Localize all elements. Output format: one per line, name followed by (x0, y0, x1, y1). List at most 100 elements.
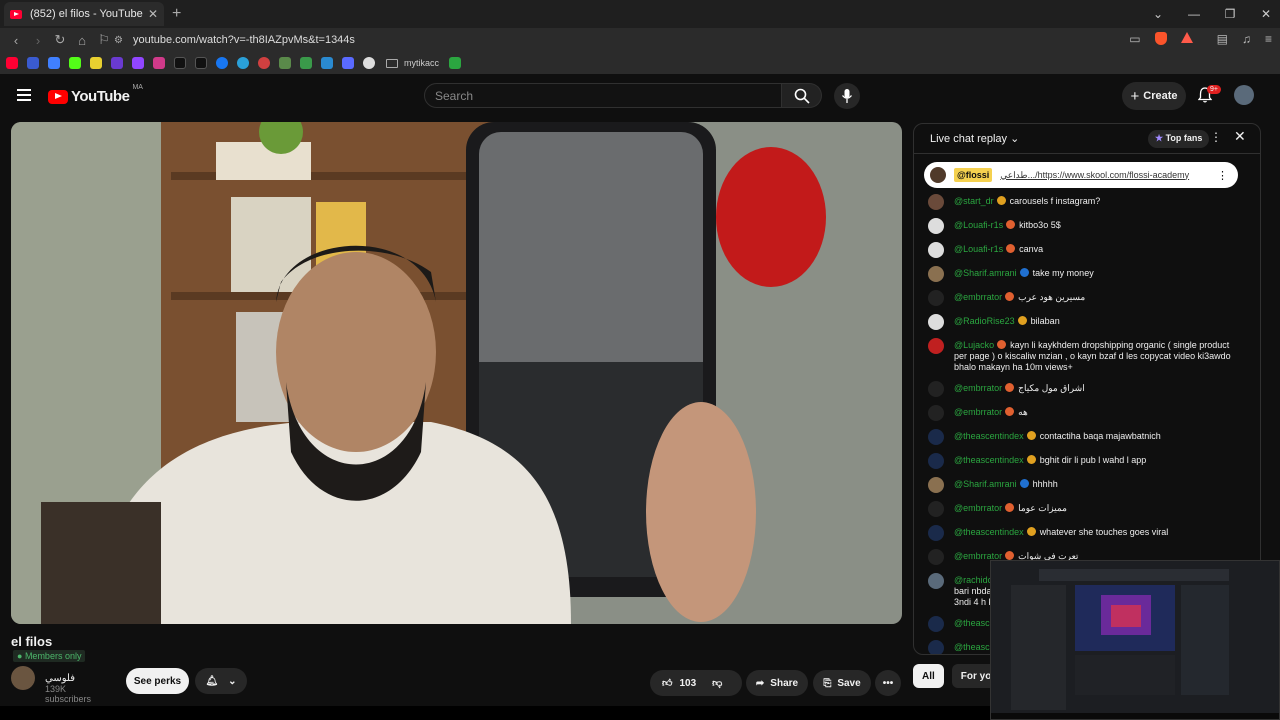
top-fans-button[interactable]: ★ Top fans (1148, 130, 1210, 148)
avatar[interactable] (928, 290, 944, 306)
hamburger-menu-icon[interactable] (17, 89, 31, 101)
avatar[interactable] (928, 429, 944, 445)
close-tab-icon[interactable]: ✕ (148, 7, 158, 21)
window-close-button[interactable]: ✕ (1252, 7, 1280, 21)
avatar[interactable] (928, 218, 944, 234)
chat-more-icon[interactable]: ⋮ (1210, 130, 1222, 144)
chat-author[interactable]: @start_dr (954, 196, 994, 206)
avatar[interactable] (928, 573, 944, 589)
chat-author[interactable]: @Louafi-r1s (954, 220, 1003, 230)
chat-message[interactable]: @theascentindex whatever she touches goes… (928, 522, 1238, 546)
screen-preview-thumbnail[interactable] (990, 560, 1280, 720)
site-info-icon[interactable]: ⚙ (114, 35, 123, 46)
new-tab-button[interactable]: + (172, 5, 181, 23)
chat-author[interactable]: @embrrator (954, 292, 1002, 302)
sidebar-icon[interactable]: ▤ (1217, 32, 1228, 46)
telegram-bookmark-icon[interactable] (237, 57, 249, 69)
chat-message[interactable]: @Sharif.amrani take my money (928, 263, 1238, 287)
forward-icon[interactable]: › (32, 33, 44, 48)
back-icon[interactable]: ‹ (10, 33, 22, 48)
chat-author[interactable]: @theascentindex (954, 431, 1024, 441)
bookmark-icon[interactable] (27, 57, 39, 69)
maximize-button[interactable]: ❐ (1216, 7, 1244, 21)
avatar[interactable] (928, 549, 944, 565)
chat-message[interactable]: @Louafi-r1s canva (928, 239, 1238, 263)
chat-author[interactable]: @embrrator (954, 407, 1002, 417)
avatar[interactable] (928, 640, 944, 654)
brave-shields-icon[interactable] (1154, 32, 1167, 45)
avatar[interactable] (928, 314, 944, 330)
channel-name[interactable]: فلوسي (45, 673, 75, 684)
chat-message[interactable]: @RadioRise23 bilaban (928, 311, 1238, 335)
chat-message[interactable]: @Sharif.amrani hhhhh (928, 474, 1238, 498)
avatar[interactable] (928, 616, 944, 632)
bookmark-icon[interactable] (342, 57, 354, 69)
avatar[interactable] (928, 194, 944, 210)
like-icon[interactable]: 👍︎ (662, 677, 672, 689)
pinned-message[interactable]: @flossi طداعي.../https://www.skool.com/f… (924, 162, 1238, 188)
chat-author[interactable]: @theasc (954, 642, 990, 652)
tiktok-bookmark-icon[interactable] (174, 57, 186, 69)
twitch-bookmark-icon[interactable] (132, 57, 144, 69)
chat-message[interactable]: @theascentindex contactiha baqa majawbatn… (928, 426, 1238, 450)
bookmark-icon[interactable] (258, 57, 270, 69)
avatar[interactable] (928, 405, 944, 421)
instagram-bookmark-icon[interactable] (153, 57, 165, 69)
avatar[interactable] (928, 242, 944, 258)
chat-author[interactable]: @theascentindex (954, 455, 1024, 465)
chat-message[interactable]: @embrrator مميزات عوما (928, 498, 1238, 522)
dislike-icon[interactable]: 👎︎ (712, 677, 722, 689)
chat-author[interactable]: @Sharif.amrani (954, 268, 1017, 278)
avatar[interactable] (928, 266, 944, 282)
cast-icon[interactable]: ▭ (1129, 32, 1140, 46)
chat-author[interactable]: @Sharif.amrani (954, 479, 1017, 489)
chat-author[interactable]: @Lujacko (954, 340, 994, 350)
create-button[interactable]: + Create (1122, 82, 1186, 110)
bookmark-icon[interactable] (321, 57, 333, 69)
youtube-bookmark-icon[interactable] (6, 57, 18, 69)
bookmark-icon[interactable] (90, 57, 102, 69)
avatar[interactable] (928, 525, 944, 541)
search-input[interactable]: Search (424, 83, 782, 108)
home-icon[interactable]: ⌂ (76, 33, 88, 48)
like-count[interactable]: 103 (679, 678, 696, 689)
tab-search-icon[interactable]: ⌄ (1144, 7, 1172, 21)
pinned-menu-icon[interactable]: ⋮ (1217, 169, 1228, 182)
chat-author[interactable]: @embrrator (954, 383, 1002, 393)
chat-message[interactable]: @start_dr carousels f instagram? (928, 191, 1238, 215)
reload-icon[interactable]: ↻ (54, 32, 66, 48)
chat-author[interactable]: @theascentindex (954, 527, 1024, 537)
url-bar[interactable]: ⚙ youtube.com/watch?v=-th8IAZpvMs&t=1344… (106, 30, 1116, 50)
search-button[interactable] (782, 83, 822, 108)
chat-message[interactable]: @theascentindex bghit dir li pub l wahd l… (928, 450, 1238, 474)
bookmark-icon[interactable] (300, 57, 312, 69)
chat-message[interactable]: @embrrator مسيرين هود عرب (928, 287, 1238, 311)
globe-bookmark-icon[interactable] (363, 57, 375, 69)
video-player[interactable] (11, 122, 902, 624)
pinned-link[interactable]: طداعي.../https://www.skool.com/flossi-ac… (1000, 170, 1190, 181)
youtube-logo[interactable]: YouTube MA (48, 84, 143, 105)
chat-message[interactable]: @embrrator هه (928, 402, 1238, 426)
see-perks-button[interactable]: See perks (126, 668, 189, 694)
avatar[interactable] (928, 338, 944, 354)
bookmark-icon[interactable] (449, 57, 462, 69)
save-button[interactable]: ⎘ Save (813, 670, 871, 696)
kick-bookmark-icon[interactable] (69, 57, 81, 69)
bookmark-folder[interactable]: mytikacc (386, 58, 439, 68)
menu-icon[interactable]: ≡ (1265, 32, 1272, 46)
chat-author[interactable]: @theasc (954, 618, 990, 628)
share-button[interactable]: ➦ Share (746, 670, 808, 696)
avatar[interactable] (928, 453, 944, 469)
avatar[interactable] (928, 381, 944, 397)
browser-tab[interactable]: (852) el filos - YouTube ✕ (4, 2, 164, 26)
notification-settings-button[interactable]: 🔔︎ ⌄ (195, 668, 247, 694)
close-chat-icon[interactable]: ✕ (1234, 128, 1246, 145)
chip-all[interactable]: All (913, 664, 944, 688)
chat-mode-selector[interactable]: Live chat replay ⌄ (930, 132, 1019, 145)
media-icon[interactable]: ♫ (1242, 32, 1251, 46)
chat-message[interactable]: @embrrator اشراق مول مكياج (928, 378, 1238, 402)
minimize-button[interactable]: — (1180, 7, 1208, 21)
bookmark-icon[interactable] (111, 57, 123, 69)
chat-author[interactable]: @Louafi-r1s (954, 244, 1003, 254)
brave-rewards-icon[interactable] (1180, 32, 1193, 43)
